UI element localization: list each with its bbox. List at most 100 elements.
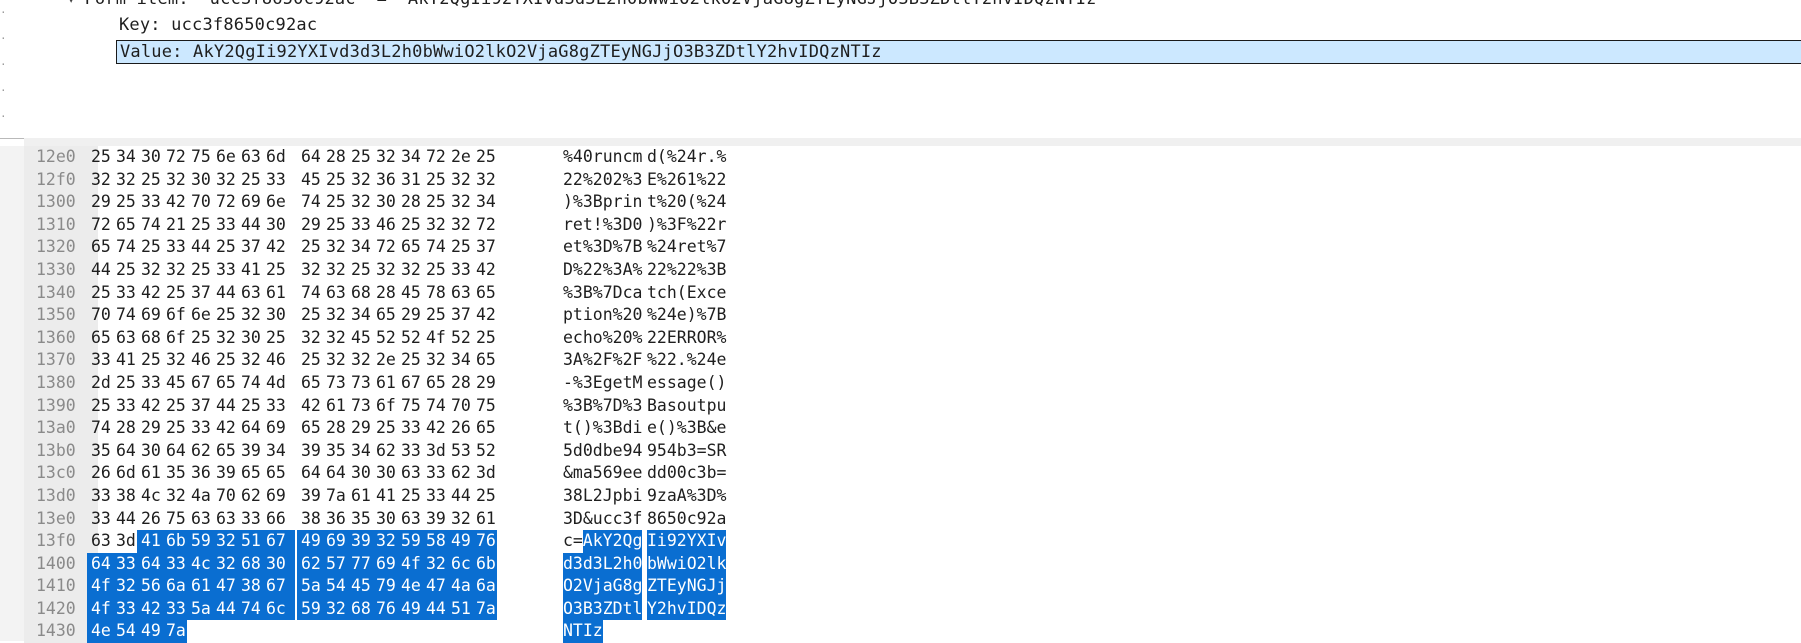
hex-byte[interactable]: 36 xyxy=(187,462,212,485)
hex-byte[interactable]: 3d xyxy=(422,440,447,463)
hex-byte[interactable]: 77 xyxy=(347,552,372,576)
hex-byte[interactable]: 34 xyxy=(347,236,372,259)
hex-byte[interactable]: 39 xyxy=(297,485,322,508)
hex-byte[interactable]: 66 xyxy=(262,508,287,531)
hex-byte[interactable]: 34 xyxy=(347,440,372,463)
hex-byte[interactable]: 25 xyxy=(472,327,497,350)
hex-byte[interactable]: 2e xyxy=(447,146,472,169)
hex-byte[interactable]: 75 xyxy=(162,508,187,531)
hex-byte[interactable]: 32 xyxy=(112,169,137,192)
hex-byte[interactable]: 33 xyxy=(112,282,137,305)
hex-byte[interactable]: 46 xyxy=(187,349,212,372)
ascii-text[interactable]: 22%202%3 xyxy=(563,169,642,192)
hex-byte[interactable]: 56 xyxy=(137,575,162,598)
hex-byte[interactable]: 28 xyxy=(372,282,397,305)
hex-byte[interactable]: 65 xyxy=(212,440,237,463)
hex-byte[interactable]: 42 xyxy=(297,395,322,418)
ascii-text[interactable]: 3D&ucc3f xyxy=(563,508,642,531)
hex-byte[interactable]: 36 xyxy=(372,169,397,192)
hex-byte[interactable]: 67 xyxy=(397,372,422,395)
ascii-text[interactable]: dd00c3b= xyxy=(647,462,726,485)
hex-byte[interactable]: 39 xyxy=(212,462,237,485)
hex-byte[interactable]: 25 xyxy=(422,304,447,327)
hex-byte[interactable]: 32 xyxy=(162,349,187,372)
ascii-text[interactable]: )%3Bprin xyxy=(563,191,642,214)
hex-byte[interactable]: 25 xyxy=(422,169,447,192)
ascii-text[interactable]: et%3D%7B xyxy=(563,236,642,259)
hex-byte[interactable]: 69 xyxy=(262,485,287,508)
ascii-text[interactable]: -%3EgetM xyxy=(563,372,642,395)
hex-byte[interactable]: 6d xyxy=(262,146,287,169)
ascii-text-selected[interactable]: AkY2Qg xyxy=(582,530,643,553)
ascii-text[interactable]: ption%20 xyxy=(563,304,642,327)
hex-byte[interactable]: 57 xyxy=(322,552,347,576)
ascii-text-selected[interactable]: Y2hvIDQz xyxy=(647,597,727,621)
hex-byte[interactable]: 25 xyxy=(112,372,137,395)
hex-byte[interactable]: 26 xyxy=(447,417,472,440)
hex-byte[interactable]: 45 xyxy=(347,327,372,350)
ascii-text[interactable]: 38L2Jpbi xyxy=(563,485,642,508)
ascii-text[interactable]: 9zaA%3D% xyxy=(647,485,726,508)
ascii-text[interactable]: &ma569ee xyxy=(563,462,642,485)
hex-byte[interactable]: 61 xyxy=(372,372,397,395)
hex-byte[interactable]: 33 xyxy=(162,597,187,621)
hex-byte[interactable]: 63 xyxy=(397,508,422,531)
hex-byte[interactable]: 3d xyxy=(472,462,497,485)
hex-byte[interactable]: 61 xyxy=(262,282,287,305)
hex-byte[interactable]: 64 xyxy=(112,440,137,463)
hex-byte[interactable]: 25 xyxy=(297,304,322,327)
hex-byte[interactable]: 65 xyxy=(262,462,287,485)
hex-byte[interactable]: 25 xyxy=(137,169,162,192)
hex-byte[interactable]: 30 xyxy=(372,191,397,214)
hex-byte[interactable]: 32 xyxy=(212,552,237,576)
ascii-text[interactable]: 22%22%3B xyxy=(647,259,726,282)
hex-byte[interactable]: 29 xyxy=(137,417,162,440)
hex-byte[interactable]: 61 xyxy=(472,508,497,531)
hex-byte[interactable]: 69 xyxy=(262,417,287,440)
hex-byte[interactable]: 41 xyxy=(372,485,397,508)
hex-byte[interactable]: 34 xyxy=(262,440,287,463)
hex-byte[interactable]: 37 xyxy=(472,236,497,259)
hex-byte[interactable]: 30 xyxy=(262,304,287,327)
hex-byte[interactable]: 44 xyxy=(212,597,237,621)
ascii-text-selected[interactable]: bWwiO2lk xyxy=(647,552,727,576)
ascii-text[interactable]: %40runcm xyxy=(563,146,642,169)
hex-byte[interactable]: 37 xyxy=(447,304,472,327)
hex-byte[interactable]: 33 xyxy=(112,597,137,621)
hex-byte[interactable]: 61 xyxy=(322,395,347,418)
hex-byte[interactable]: 73 xyxy=(322,372,347,395)
hex-byte[interactable]: 44 xyxy=(422,597,447,621)
hex-byte[interactable]: 30 xyxy=(372,462,397,485)
hex-byte[interactable]: 49 xyxy=(397,597,422,621)
ascii-text[interactable]: 8650c92a xyxy=(647,508,726,531)
ascii-text-selected[interactable]: NTIz xyxy=(563,620,603,643)
hex-byte[interactable]: 74 xyxy=(137,214,162,237)
hex-byte[interactable]: 32 xyxy=(447,169,472,192)
hex-byte[interactable]: 67 xyxy=(262,530,295,553)
hex-byte[interactable]: 42 xyxy=(472,259,497,282)
hex-byte[interactable]: 2e xyxy=(372,349,397,372)
hex-byte[interactable]: 4e xyxy=(397,575,422,598)
hex-byte[interactable]: 25 xyxy=(87,395,112,418)
hex-byte[interactable]: 61 xyxy=(347,485,372,508)
hex-byte[interactable]: 4f xyxy=(397,552,422,576)
hex-byte[interactable]: 63 xyxy=(212,508,237,531)
hex-byte[interactable]: 63 xyxy=(447,282,472,305)
hex-byte[interactable]: 25 xyxy=(237,169,262,192)
hex-byte[interactable]: 33 xyxy=(422,485,447,508)
hex-byte[interactable]: 45 xyxy=(347,575,372,598)
hex-byte[interactable]: 29 xyxy=(347,417,372,440)
hex-byte[interactable]: 58 xyxy=(422,530,447,553)
hex-byte[interactable]: 39 xyxy=(237,440,262,463)
ascii-text[interactable]: e()%3B&e xyxy=(647,417,726,440)
hex-byte[interactable]: 69 xyxy=(372,552,397,576)
hex-byte[interactable]: 32 xyxy=(347,169,372,192)
ascii-text[interactable]: 5d0dbe94 xyxy=(563,440,642,463)
hex-byte[interactable]: 75 xyxy=(397,395,422,418)
hex-byte[interactable]: 42 xyxy=(472,304,497,327)
hex-byte[interactable]: 4f xyxy=(422,327,447,350)
hex-byte[interactable]: 28 xyxy=(322,146,347,169)
hex-byte[interactable]: 76 xyxy=(472,530,497,553)
hex-byte[interactable]: 7a xyxy=(162,620,187,643)
ascii-text[interactable]: %24ret%7 xyxy=(647,236,726,259)
